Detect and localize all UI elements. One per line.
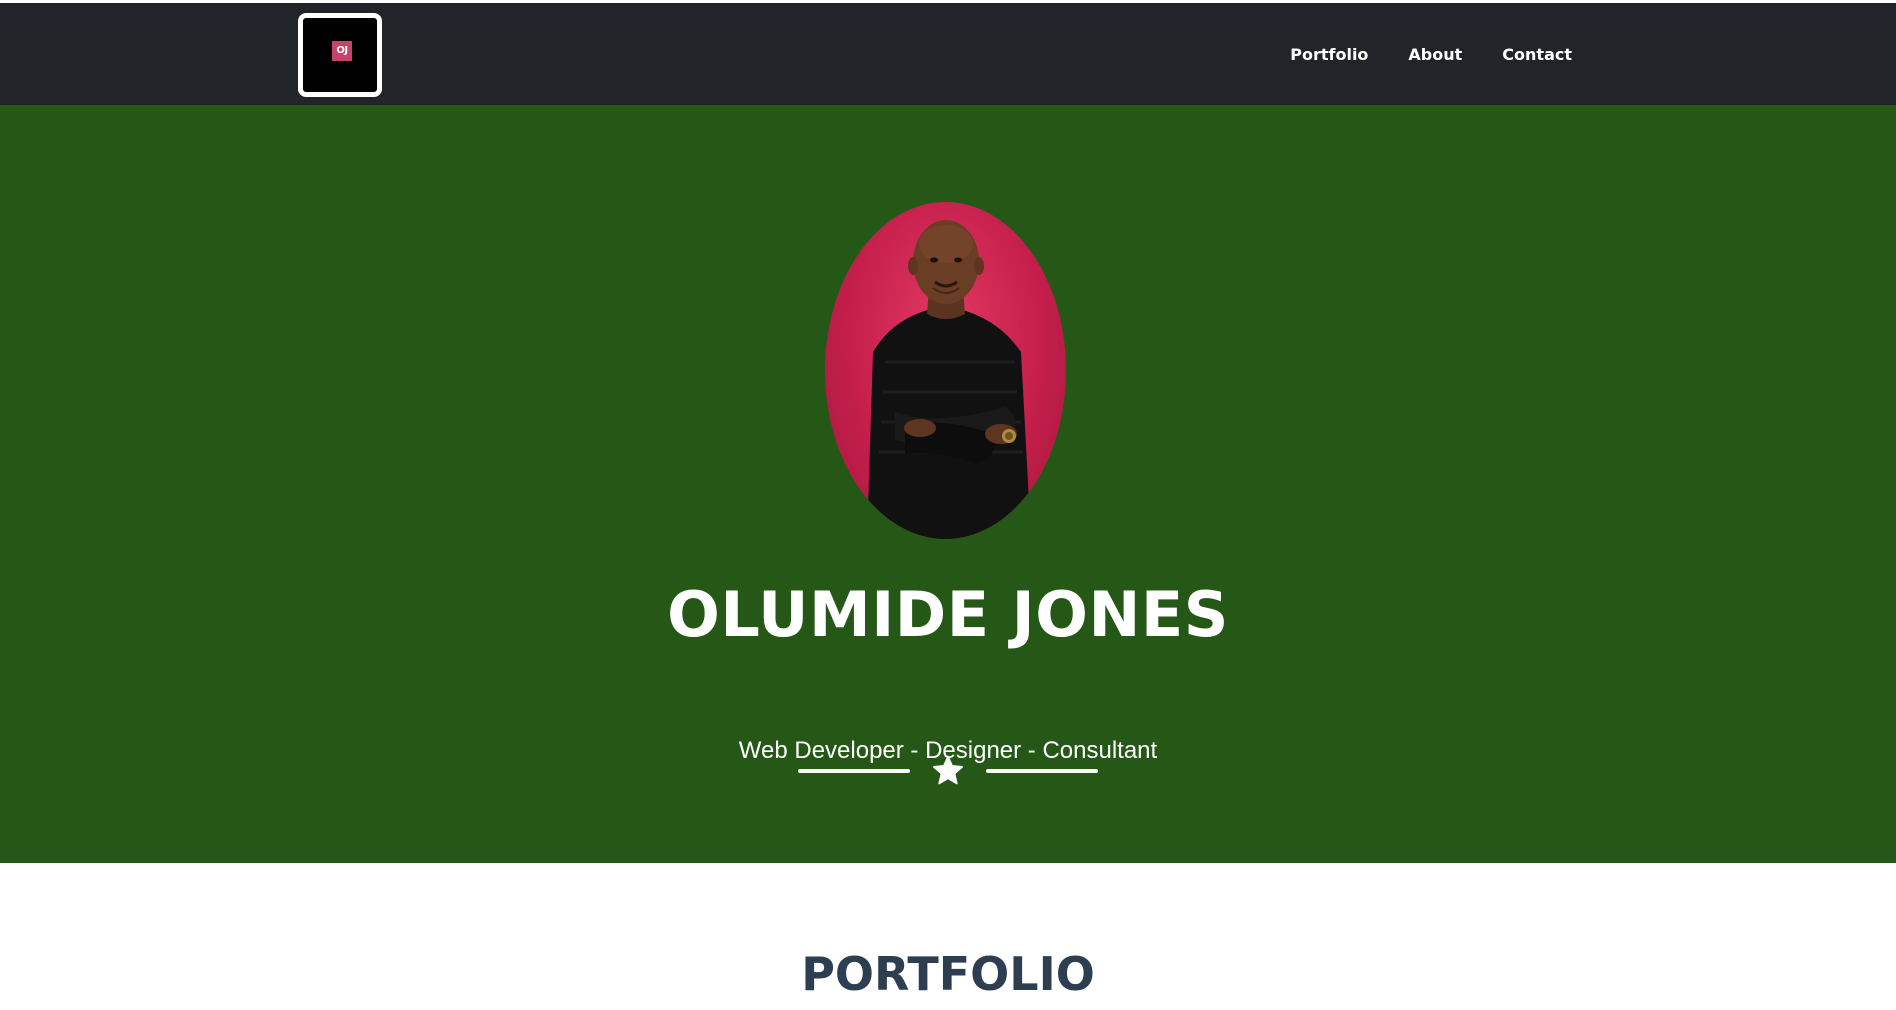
profile-photo-illustration [867,220,1031,539]
nav-links: Portfolio About Contact [1290,3,1572,105]
logo-mark: OJ [332,41,352,61]
navbar: OJ Portfolio About Contact [0,3,1896,105]
masthead-subheading: Web Developer - Designer - Consultant [738,737,1158,764]
nav-link-contact[interactable]: Contact [1502,45,1572,64]
masthead: OLUMIDE JONES Web Developer - Designer -… [0,105,1896,863]
masthead-heading: OLUMIDE JONES [667,578,1229,651]
nav-link-portfolio[interactable]: Portfolio [1290,45,1368,64]
profile-avatar [825,202,1066,539]
brand-logo[interactable]: OJ [298,13,382,97]
nav-link-about[interactable]: About [1408,45,1462,64]
portfolio-heading: PORTFOLIO [801,947,1095,1001]
